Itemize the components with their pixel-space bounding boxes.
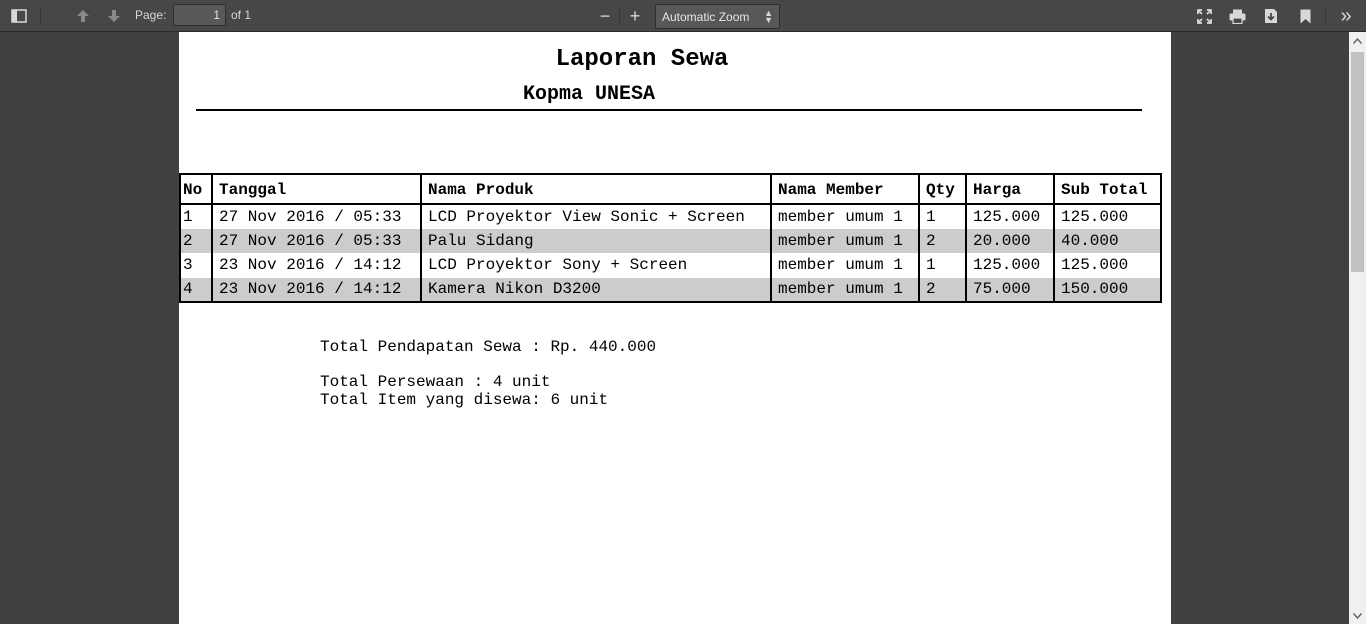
column-header: Qty [918, 173, 967, 205]
table-cell: 3 [179, 253, 213, 278]
table-header-row: No Tanggal Nama Produk Nama Member Qty H… [179, 173, 1162, 205]
scrollbar-thumb[interactable] [1351, 52, 1364, 272]
column-header: Harga [965, 173, 1055, 205]
table-cell: 40.000 [1053, 228, 1162, 253]
column-header: Nama Member [770, 173, 920, 205]
table-cell: Kamera Nikon D3200 [420, 277, 772, 303]
zoom-select[interactable]: Automatic Zoom ▲ ▼ [655, 4, 780, 29]
plus-icon[interactable]: + [626, 5, 644, 27]
table-row: 2 27 Nov 2016 / 05:33 Palu Sidang member… [179, 228, 1162, 253]
table-cell: 4 [179, 277, 213, 303]
table-cell: 125.000 [1053, 204, 1162, 229]
table-cell: Palu Sidang [420, 228, 772, 253]
table-cell: LCD Proyektor Sony + Screen [420, 253, 772, 278]
column-header: Nama Produk [420, 173, 772, 205]
table-cell: member umum 1 [770, 253, 920, 278]
table-cell: 27 Nov 2016 / 05:33 [211, 204, 422, 229]
summary-total-rentals: Total Persewaan : 4 unit [320, 373, 551, 391]
scroll-up-icon[interactable] [1349, 32, 1366, 49]
summary-total-revenue: Total Pendapatan Sewa : Rp. 440.000 [320, 338, 657, 356]
printer-icon[interactable] [1227, 5, 1247, 27]
table-cell: LCD Proyektor View Sonic + Screen [420, 204, 772, 229]
table-cell: 27 Nov 2016 / 05:33 [211, 228, 422, 253]
table-row: 1 27 Nov 2016 / 05:33 LCD Proyektor View… [179, 204, 1162, 229]
table-cell: 1 [179, 204, 213, 229]
rental-table: No Tanggal Nama Produk Nama Member Qty H… [179, 173, 1162, 303]
page-label: Page: [135, 8, 167, 22]
table-cell: 75.000 [965, 277, 1055, 303]
table-cell: 23 Nov 2016 / 14:12 [211, 253, 422, 278]
table-cell: 2 [918, 277, 967, 303]
report-title: Laporan Sewa [555, 46, 729, 73]
toolbar-separator [619, 6, 620, 26]
table-cell: 23 Nov 2016 / 14:12 [211, 277, 422, 303]
zoom-select-value: Automatic Zoom [662, 10, 750, 24]
toolbar-separator [40, 6, 41, 26]
column-header: No [179, 173, 213, 205]
table-cell: 2 [918, 228, 967, 253]
page-count: of 1 [231, 8, 252, 22]
arrow-up-icon[interactable] [73, 5, 93, 27]
table-cell: member umum 1 [770, 204, 920, 229]
table-row: 3 23 Nov 2016 / 14:12 LCD Proyektor Sony… [179, 253, 1162, 278]
table-cell: 150.000 [1053, 277, 1162, 303]
table-cell: 125.000 [965, 204, 1055, 229]
table-cell: 1 [918, 253, 967, 278]
column-header: Tanggal [211, 173, 422, 205]
toolbar-separator [1325, 6, 1326, 26]
arrow-down-icon[interactable] [104, 5, 124, 27]
scroll-down-icon[interactable] [1349, 607, 1366, 624]
table-row: 4 23 Nov 2016 / 14:12 Kamera Nikon D3200… [179, 277, 1162, 303]
title-divider [196, 109, 1142, 111]
download-icon[interactable] [1261, 5, 1281, 27]
table-cell: 2 [179, 228, 213, 253]
table-cell: 125.000 [965, 253, 1055, 278]
chevron-updown-icon: ▲ ▼ [764, 8, 773, 25]
report-subtitle: Kopma UNESA [522, 83, 656, 106]
sidebar-toggle-icon[interactable] [9, 5, 29, 27]
page-number-input[interactable] [173, 4, 226, 26]
table-cell: member umum 1 [770, 228, 920, 253]
table-cell: 125.000 [1053, 253, 1162, 278]
column-header: Sub Total [1053, 173, 1162, 205]
vertical-scrollbar[interactable] [1349, 32, 1366, 624]
double-chevron-right-icon[interactable]: » [1335, 5, 1357, 27]
table-cell: 1 [918, 204, 967, 229]
table-cell: 20.000 [965, 228, 1055, 253]
pdf-toolbar: Page: of 1 − + Automatic Zoom ▲▼ » [0, 0, 1366, 32]
minus-icon[interactable]: − [596, 5, 614, 27]
bookmark-icon[interactable] [1295, 5, 1315, 27]
summary-total-items: Total Item yang disewa: 6 unit [320, 391, 609, 409]
pdf-page: Laporan Sewa Kopma UNESA No Tanggal Nama… [179, 32, 1171, 624]
fullscreen-icon[interactable] [1194, 5, 1214, 27]
table-cell: member umum 1 [770, 277, 920, 303]
